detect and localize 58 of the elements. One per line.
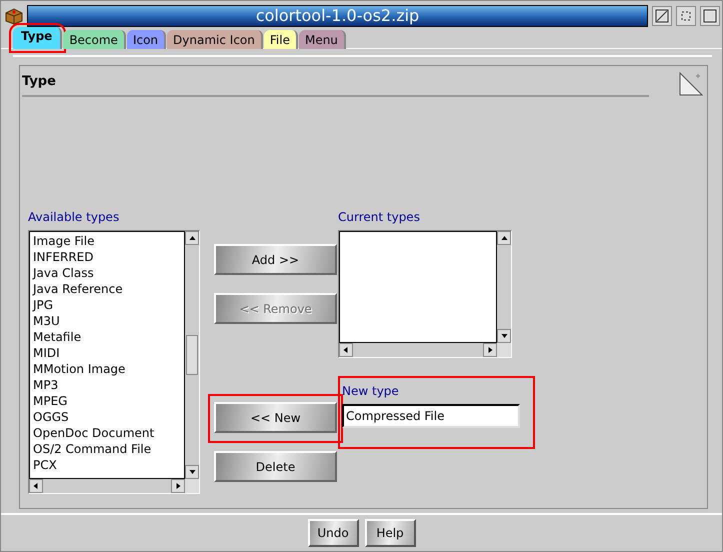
scroll-down-button[interactable]: [497, 329, 511, 343]
page-heading: Type: [22, 72, 649, 97]
scroll-right-button[interactable]: [483, 343, 497, 357]
list-item[interactable]: Java Class: [33, 265, 181, 281]
list-item[interactable]: OS/2 Command File: [33, 441, 181, 457]
list-item[interactable]: OGGS: [33, 409, 181, 425]
list-item[interactable]: MMotion Image: [33, 361, 181, 377]
available-types-label: Available types: [28, 210, 120, 224]
list-item[interactable]: M3U: [33, 313, 181, 329]
scroll-left-button[interactable]: [29, 479, 43, 493]
list-item[interactable]: Image File: [33, 233, 181, 249]
available-types-list[interactable]: Image File INFERRED Java Class Java Reference JPG M3U Metafile MIDI MMotion Image MP3 MPEG OGGS OpenDoc Document OS/2 Command File PCX: [28, 230, 200, 494]
right-arrow-icon: [486, 346, 494, 354]
scroll-left-button[interactable]: [339, 343, 353, 357]
down-arrow-icon: [500, 332, 508, 340]
list-item[interactable]: MIDI: [33, 345, 181, 361]
tab[interactable]: Menu: [298, 30, 346, 49]
up-arrow-icon: [188, 234, 196, 242]
list-item[interactable]: Java Reference: [33, 281, 181, 297]
right-arrow-icon: [174, 482, 182, 490]
current-types-label: Current types: [338, 210, 421, 224]
current-types-list[interactable]: [338, 230, 512, 358]
list-item[interactable]: MPEG: [33, 393, 181, 409]
down-arrow-icon: [188, 468, 196, 476]
new-type-field[interactable]: Compressed File: [342, 404, 520, 428]
list-item[interactable]: JPG: [33, 297, 181, 313]
left-arrow-icon: [342, 346, 350, 354]
tab[interactable]: Icon: [126, 30, 166, 49]
tab[interactable]: Become: [63, 30, 126, 49]
scroll-thumb[interactable]: [186, 335, 198, 375]
footer-button[interactable]: Undo: [308, 519, 358, 547]
slash-box-icon: [655, 8, 669, 22]
tab[interactable]: File: [264, 30, 298, 49]
list-item[interactable]: MP3: [33, 377, 181, 393]
new-type-label: New type: [342, 384, 400, 398]
tab[interactable]: Dynamic Icon: [167, 30, 263, 49]
action-button[interactable]: << New: [214, 402, 337, 433]
list-item[interactable]: PCX: [33, 457, 181, 473]
scroll-down-button[interactable]: [185, 465, 199, 479]
minimize-button[interactable]: [652, 6, 672, 26]
footer-button[interactable]: Help: [364, 519, 416, 547]
list-item[interactable]: Metafile: [33, 329, 181, 345]
list-item[interactable]: OpenDoc Document: [33, 425, 181, 441]
scroll-up-button[interactable]: [497, 231, 511, 245]
scroll-right-button[interactable]: [171, 479, 185, 493]
window-title: colortool-1.0-os2.zip: [27, 4, 648, 26]
page-corner-icon[interactable]: [679, 72, 703, 98]
list-item[interactable]: INFERRED: [33, 249, 181, 265]
package-icon: [5, 6, 23, 24]
action-button[interactable]: Delete: [214, 451, 337, 482]
maximize-button[interactable]: [700, 6, 720, 26]
up-arrow-icon: [500, 234, 508, 242]
scroll-up-button[interactable]: [185, 231, 199, 245]
action-button[interactable]: Add >>: [214, 244, 337, 275]
restore-icon: [679, 8, 693, 22]
restore-button[interactable]: [676, 6, 696, 26]
maximize-icon: [703, 8, 717, 22]
left-arrow-icon: [32, 482, 40, 490]
